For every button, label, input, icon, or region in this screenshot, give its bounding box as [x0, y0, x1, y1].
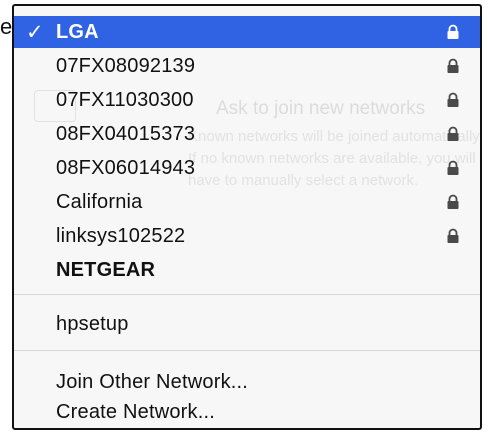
lock-icon: [447, 92, 459, 107]
checkmark-icon: ✓: [26, 20, 44, 44]
network-name: 08FX06014943: [56, 156, 196, 179]
lock-icon: [447, 228, 459, 243]
menu-separator: [14, 350, 480, 351]
wifi-network-menu: Ask to join new networks Known networks …: [12, 4, 482, 430]
network-item[interactable]: NETGEAR: [14, 254, 480, 286]
lock-icon: [447, 194, 459, 209]
join-other-network-item[interactable]: Join Other Network...: [14, 366, 480, 398]
network-name: hpsetup: [56, 312, 129, 335]
network-item[interactable]: 07FX11030300: [14, 84, 480, 116]
network-item[interactable]: linksys102522: [14, 220, 480, 252]
lock-icon: [447, 24, 459, 39]
network-name: California: [56, 190, 143, 213]
menu-separator: [14, 294, 480, 295]
lock-icon: [447, 126, 459, 141]
adhoc-network-item[interactable]: hpsetup: [14, 308, 480, 340]
lock-icon: [447, 160, 459, 175]
create-network-item[interactable]: Create Network...: [14, 396, 480, 428]
network-item[interactable]: 07FX08092139: [14, 50, 480, 82]
network-item[interactable]: 08FX06014943: [14, 152, 480, 184]
screen: e Ask to join new networks Known network…: [0, 0, 488, 438]
network-name: 07FX11030300: [56, 88, 194, 111]
menu-action-label: Join Other Network...: [56, 370, 249, 393]
network-name: 07FX08092139: [56, 54, 196, 77]
network-item[interactable]: California: [14, 186, 480, 218]
background-text-fragment: e: [0, 14, 13, 39]
network-item-lga[interactable]: ✓ LGA: [14, 16, 480, 48]
network-item[interactable]: 08FX04015373: [14, 118, 480, 150]
lock-icon: [447, 58, 459, 73]
network-name: 08FX04015373: [56, 122, 196, 145]
network-name: LGA: [56, 20, 99, 43]
menu-action-label: Create Network...: [56, 400, 216, 423]
network-name: linksys102522: [56, 224, 186, 247]
network-name: NETGEAR: [56, 258, 156, 281]
